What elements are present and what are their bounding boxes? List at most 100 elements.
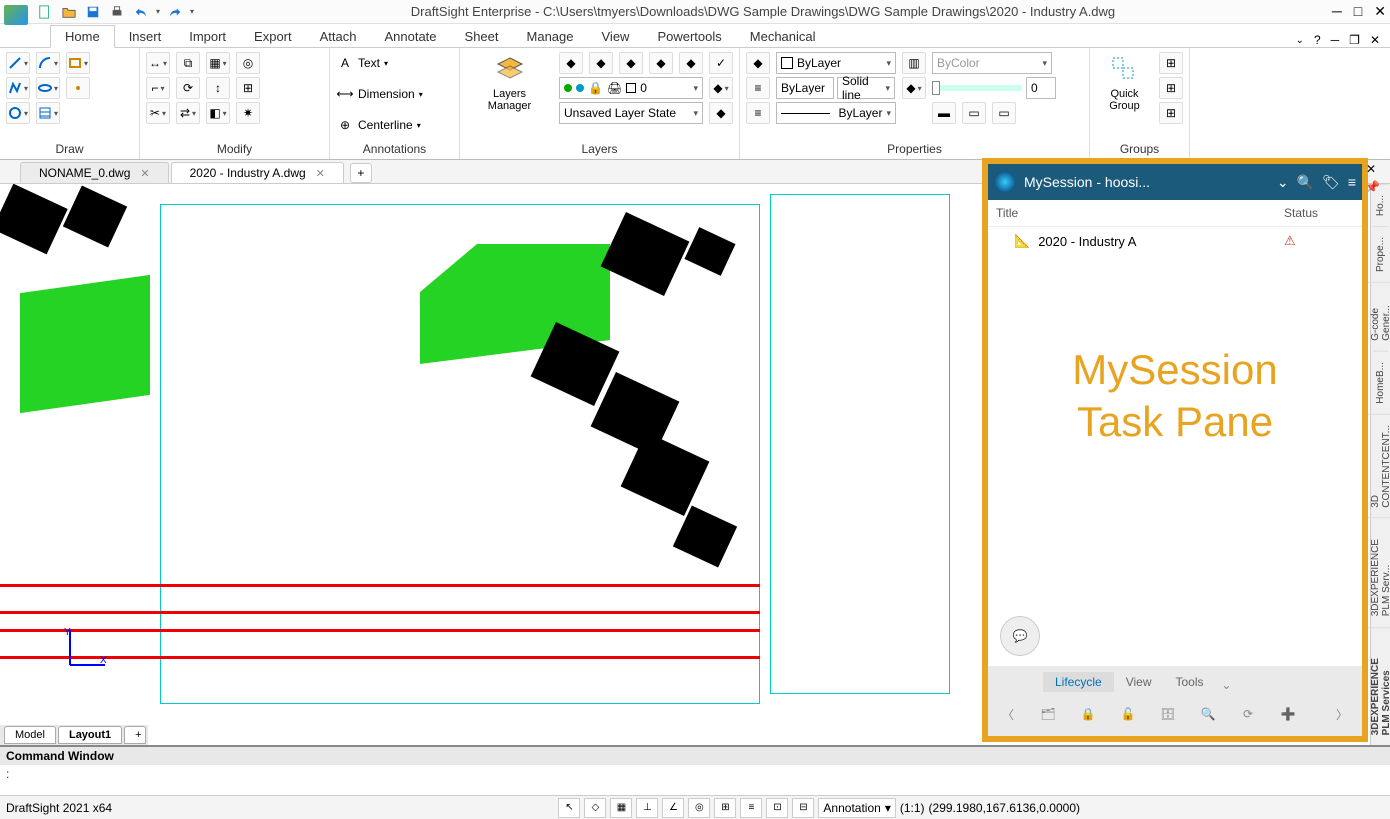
ms-prev-icon[interactable]: 〈 xyxy=(992,698,1024,730)
tab-attach[interactable]: Attach xyxy=(306,26,371,47)
grp-3[interactable]: ⊞ xyxy=(1159,102,1183,124)
transparency-value[interactable]: 0 xyxy=(1026,77,1056,99)
ms-unlock-icon[interactable]: 🔓 xyxy=(1112,698,1144,730)
explode-tool[interactable]: ✷ xyxy=(236,102,260,124)
color-dropdown[interactable]: ByLayer▾ xyxy=(776,52,896,74)
move-tool[interactable]: ↔ xyxy=(146,52,170,74)
help-icon[interactable]: ? xyxy=(1314,33,1321,47)
mirror-tool[interactable]: ⇄ xyxy=(176,102,200,124)
trim-tool[interactable]: ✂ xyxy=(146,102,170,124)
doc-tab-noname[interactable]: NONAME_0.dwg✕ xyxy=(20,162,169,183)
rotate-tool[interactable]: ⟳ xyxy=(176,77,200,99)
prop-b3[interactable]: ▭ xyxy=(992,102,1016,124)
inner-minimize-icon[interactable]: ─ xyxy=(1331,33,1340,47)
ellipse-tool[interactable] xyxy=(36,77,60,99)
command-prompt[interactable]: : xyxy=(0,765,1390,783)
side-tab-plmserv[interactable]: 3DEXPERIENCE PLM Serv... xyxy=(1368,517,1390,626)
fillet-tool[interactable]: ⌐ xyxy=(146,77,170,99)
sb-ann[interactable]: ⊡ xyxy=(766,798,788,818)
tab-mechanical[interactable]: Mechanical xyxy=(736,26,830,47)
dimension-button[interactable]: Dimension xyxy=(358,87,415,101)
ms-lock-icon[interactable]: 🔒 xyxy=(1072,698,1104,730)
tab-insert[interactable]: Insert xyxy=(115,26,176,47)
ms-search-icon[interactable]: 🔍 xyxy=(1192,698,1224,730)
offset-tool[interactable]: ◎ xyxy=(236,52,260,74)
layer-tool-3[interactable]: ◆ xyxy=(619,52,643,74)
ms-tab-lifecycle[interactable]: Lifecycle xyxy=(1043,672,1114,692)
ms-refresh-icon[interactable]: ⟳ xyxy=(1232,698,1264,730)
layer-x1[interactable]: ✓ xyxy=(709,52,733,74)
prop-hatch-icon[interactable]: ▥ xyxy=(902,52,926,74)
ms-add-icon[interactable]: ➕ xyxy=(1272,698,1304,730)
side-tab-properties[interactable]: Prope... xyxy=(1373,226,1388,282)
sb-snap[interactable]: ◇ xyxy=(584,798,606,818)
side-tab-homeb[interactable]: HomeB... xyxy=(1373,351,1388,414)
stretch-tool[interactable]: ↕ xyxy=(206,77,230,99)
prop-b2[interactable]: ▭ xyxy=(962,102,986,124)
pane-close-icon[interactable]: ✕ xyxy=(1366,162,1380,176)
sb-otrack[interactable]: ⊞ xyxy=(714,798,736,818)
model-tab[interactable]: Model xyxy=(4,726,56,744)
linestyle-dropdown[interactable]: Solid line▾ xyxy=(837,77,895,99)
prop-match[interactable]: ◆ xyxy=(746,52,770,74)
close-tab-icon[interactable]: ✕ xyxy=(316,167,325,180)
sb-polar[interactable]: ∠ xyxy=(662,798,684,818)
close-button[interactable]: ✕ xyxy=(1374,3,1386,20)
annotation-scale-dropdown[interactable]: Annotation▾ xyxy=(818,798,895,818)
tab-manage[interactable]: Manage xyxy=(513,26,588,47)
compass-icon[interactable] xyxy=(994,171,1016,193)
add-layout-tab[interactable]: + xyxy=(124,726,146,744)
tag-icon[interactable]: 🏷 xyxy=(1322,174,1340,191)
search-icon[interactable]: 🔍 xyxy=(1297,174,1314,191)
ribbon-collapse-icon[interactable]: ⌄ xyxy=(1296,35,1304,46)
transparency-mode-dropdown[interactable]: ByColor▾ xyxy=(932,52,1052,74)
tab-sheet[interactable]: Sheet xyxy=(451,26,513,47)
layer-tool-1[interactable]: ◆ xyxy=(559,52,583,74)
ms-db-icon[interactable]: 🗄 xyxy=(1152,698,1184,730)
command-window[interactable]: Command Window : xyxy=(0,745,1390,795)
prop-lw[interactable]: ≡ xyxy=(746,102,770,124)
undo-dropdown[interactable]: ▾ xyxy=(156,7,160,16)
side-tab-plmservices[interactable]: 3DEXPERIENCE PLM Services xyxy=(1368,627,1390,745)
tab-export[interactable]: Export xyxy=(240,26,306,47)
doc-tab-industry[interactable]: 2020 - Industry A.dwg✕ xyxy=(171,162,344,183)
side-tab-3dcontent[interactable]: 3D CONTENTCENT... xyxy=(1368,414,1390,518)
quick-group-button[interactable]: Quick Group xyxy=(1096,52,1153,114)
tab-home[interactable]: Home xyxy=(50,25,115,48)
close-tab-icon[interactable]: ✕ xyxy=(140,167,149,180)
transparency-slider[interactable] xyxy=(932,85,1022,91)
print-icon[interactable] xyxy=(108,3,126,21)
ms-tab-tools[interactable]: Tools xyxy=(1163,672,1215,692)
prop-b1[interactable]: ▬ xyxy=(932,102,956,124)
maximize-button[interactable]: □ xyxy=(1354,3,1362,20)
save-icon[interactable] xyxy=(84,3,102,21)
redo-icon[interactable] xyxy=(166,3,184,21)
polyline-tool[interactable] xyxy=(6,77,30,99)
text-button[interactable]: Text xyxy=(358,56,380,70)
layers-manager-button[interactable]: Layers Manager xyxy=(466,52,553,114)
layer-state-dropdown[interactable]: Unsaved Layer State▾ xyxy=(559,102,703,124)
chat-bubble-icon[interactable]: 💬 xyxy=(1000,616,1040,656)
inner-restore-icon[interactable]: ❐ xyxy=(1349,33,1360,47)
tab-view[interactable]: View xyxy=(588,26,644,47)
dropdown-icon[interactable]: ⌄ xyxy=(1277,174,1289,191)
mysession-item[interactable]: 📐 2020 - Industry A ⚠ xyxy=(988,227,1362,255)
menu-icon[interactable]: ≡ xyxy=(1348,174,1356,190)
point-tool[interactable] xyxy=(66,77,90,99)
array-tool[interactable]: ▦ xyxy=(206,52,230,74)
prop-x2[interactable]: ◆ xyxy=(902,77,926,99)
sb-cursor[interactable]: ↖ xyxy=(558,798,580,818)
current-layer-dropdown[interactable]: 🔒🖨0▾ xyxy=(559,77,703,99)
pane-pin-icon[interactable]: 📌 xyxy=(1365,180,1380,194)
sb-lw[interactable]: ≡ xyxy=(740,798,762,818)
centerline-button[interactable]: Centerline xyxy=(358,118,413,132)
sb-dyn[interactable]: ⊟ xyxy=(792,798,814,818)
tab-import[interactable]: Import xyxy=(175,26,240,47)
ms-next-icon[interactable]: 〉 xyxy=(1326,698,1358,730)
align-tool[interactable]: ⊞ xyxy=(236,77,260,99)
layer-tool-2[interactable]: ◆ xyxy=(589,52,613,74)
inner-close-icon[interactable]: ✕ xyxy=(1370,33,1380,47)
rectangle-tool[interactable] xyxy=(66,52,90,74)
copy-tool[interactable]: ⧉ xyxy=(176,52,200,74)
tab-powertools[interactable]: Powertools xyxy=(643,26,735,47)
